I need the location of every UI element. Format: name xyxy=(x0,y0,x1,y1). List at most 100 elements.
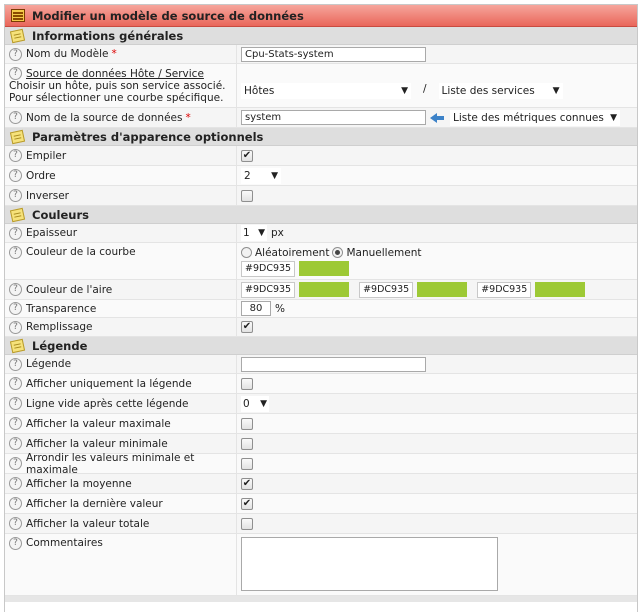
help-icon[interactable]: ? xyxy=(9,397,22,410)
row-show-last: ? Afficher la dernière valeur ✔ xyxy=(5,494,637,514)
show-min-label: Afficher la valeur minimale xyxy=(26,437,168,450)
arrow-left-icon[interactable] xyxy=(430,112,444,123)
chevron-down-icon: ▼ xyxy=(258,228,265,238)
row-show-max: ? Afficher la valeur maximale xyxy=(5,414,637,434)
row-fill: ? Remplissage ✔ xyxy=(5,318,637,337)
row-area-color: ? Couleur de l'aire #9DC935 #9DC935 #9DC… xyxy=(5,280,637,300)
page-title: Modifier un modèle de source de données xyxy=(32,8,304,23)
help-icon[interactable]: ? xyxy=(9,246,22,259)
help-icon[interactable]: ? xyxy=(9,320,22,334)
legend-only-label: Afficher uniquement la légende xyxy=(26,377,192,390)
help-icon[interactable]: ? xyxy=(9,47,22,61)
random-color-radio[interactable] xyxy=(241,247,252,258)
row-stack: ? Empiler ✔ xyxy=(5,146,637,166)
row-comments: ? Commentaires xyxy=(5,534,637,596)
row-show-total: ? Afficher la valeur totale xyxy=(5,514,637,534)
help-icon[interactable]: ? xyxy=(9,189,22,202)
row-order: ? Ordre 2 ▼ xyxy=(5,166,637,186)
section-legend-title: Légende xyxy=(32,338,88,353)
area-color-hex-2[interactable]: #9DC935 xyxy=(359,281,414,298)
help-icon[interactable]: ? xyxy=(9,377,22,390)
note-icon xyxy=(9,28,26,43)
curve-color-hex[interactable]: #9DC935 xyxy=(241,260,296,277)
host-service-separator: / xyxy=(423,82,427,95)
help-icon[interactable]: ? xyxy=(9,111,22,124)
required-mark: * xyxy=(111,48,117,60)
note-icon xyxy=(9,207,26,222)
section-general-title: Informations générales xyxy=(32,28,184,43)
legend-input[interactable] xyxy=(241,356,426,372)
row-legend-only: ? Afficher uniquement la légende xyxy=(5,374,637,394)
ds-name-input[interactable]: system xyxy=(241,110,426,125)
chevron-down-icon: ▼ xyxy=(260,398,267,409)
row-show-average: ? Afficher la moyenne ✔ xyxy=(5,474,637,494)
fill-label: Remplissage xyxy=(26,321,93,333)
round-minmax-checkbox[interactable] xyxy=(241,457,253,470)
host-select[interactable]: Hôtes ▼ xyxy=(241,82,411,99)
help-icon[interactable]: ? xyxy=(9,149,22,162)
legend-only-checkbox[interactable] xyxy=(241,377,253,390)
help-icon[interactable]: ? xyxy=(9,169,22,182)
show-max-checkbox[interactable] xyxy=(241,417,253,430)
row-ds-name: ? Nom de la source de données * system L… xyxy=(5,108,637,128)
model-name-label: Nom du Modèle xyxy=(26,48,109,60)
panel-title-bar: Modifier un modèle de source de données xyxy=(5,5,637,27)
help-icon[interactable]: ? xyxy=(9,417,22,430)
area-color-hex-3[interactable]: #9DC935 xyxy=(477,281,532,298)
help-icon[interactable]: ? xyxy=(9,517,22,530)
show-average-checkbox[interactable]: ✔ xyxy=(241,477,253,490)
area-color-swatch-1[interactable] xyxy=(299,282,350,297)
empty-line-label: Ligne vide après cette légende xyxy=(26,397,189,410)
help-icon[interactable]: ? xyxy=(9,226,22,240)
chevron-down-icon: ▼ xyxy=(552,85,560,96)
data-source-label[interactable]: Source de données Hôte / Service xyxy=(26,68,204,80)
curve-color-label: Couleur de la courbe xyxy=(26,246,136,258)
model-name-input[interactable]: Cpu-Stats-system xyxy=(241,46,426,62)
help-icon[interactable]: ? xyxy=(9,457,22,470)
area-color-swatch-3[interactable] xyxy=(535,282,586,297)
area-color-swatch-2[interactable] xyxy=(417,282,468,297)
help-icon[interactable]: ? xyxy=(9,437,22,450)
transparency-input[interactable]: 80 xyxy=(241,301,271,316)
help-icon[interactable]: ? xyxy=(9,302,22,315)
help-icon[interactable]: ? xyxy=(9,477,22,490)
area-color-hex-1[interactable]: #9DC935 xyxy=(241,281,296,298)
transparency-unit: % xyxy=(275,302,285,315)
show-min-checkbox[interactable] xyxy=(241,437,253,450)
order-select[interactable]: 2 ▼ xyxy=(241,167,281,184)
manual-color-radio[interactable] xyxy=(332,247,344,258)
round-minmax-label: Arrondir les valeurs minimale et maximal… xyxy=(26,451,195,476)
form-panel: Modifier un modèle de source de données … xyxy=(4,4,638,612)
metrics-select-value: Liste des métriques connues xyxy=(453,111,604,124)
comments-textarea[interactable] xyxy=(241,537,498,591)
empty-line-select[interactable]: 0 ▼ xyxy=(241,395,269,412)
help-icon[interactable]: ? xyxy=(9,357,22,371)
help-icon[interactable]: ? xyxy=(9,537,22,550)
service-select[interactable]: Liste des services ▼ xyxy=(438,82,563,99)
show-total-label: Afficher la valeur totale xyxy=(26,517,150,530)
comments-label: Commentaires xyxy=(26,537,103,549)
row-model-name: ? Nom du Modèle * Cpu-Stats-system xyxy=(5,45,637,64)
show-average-label: Afficher la moyenne xyxy=(26,477,132,490)
invert-checkbox[interactable] xyxy=(241,189,253,202)
section-legend: Légende xyxy=(5,337,637,355)
curve-color-swatch[interactable] xyxy=(299,261,350,276)
chevron-down-icon: ▼ xyxy=(271,170,278,181)
required-mark: * xyxy=(185,111,191,124)
order-label: Ordre xyxy=(26,169,56,182)
fill-checkbox[interactable]: ✔ xyxy=(241,321,253,333)
invert-label: Inverser xyxy=(26,189,69,202)
show-last-checkbox[interactable]: ✔ xyxy=(241,497,253,510)
stack-checkbox[interactable]: ✔ xyxy=(241,149,253,162)
help-icon[interactable]: ? xyxy=(9,67,22,80)
manual-color-label: Manuellement xyxy=(346,246,422,259)
thickness-select[interactable]: 1 ▼ xyxy=(241,225,267,241)
show-total-checkbox[interactable] xyxy=(241,517,253,530)
legend-label: Légende xyxy=(26,358,72,370)
area-color-label: Couleur de l'aire xyxy=(26,283,113,296)
help-icon[interactable]: ? xyxy=(9,497,22,510)
stack-label: Empiler xyxy=(26,149,67,162)
metrics-select[interactable]: Liste des métriques connues ▼ xyxy=(450,109,620,126)
section-colors: Couleurs xyxy=(5,206,637,224)
help-icon[interactable]: ? xyxy=(9,283,22,296)
